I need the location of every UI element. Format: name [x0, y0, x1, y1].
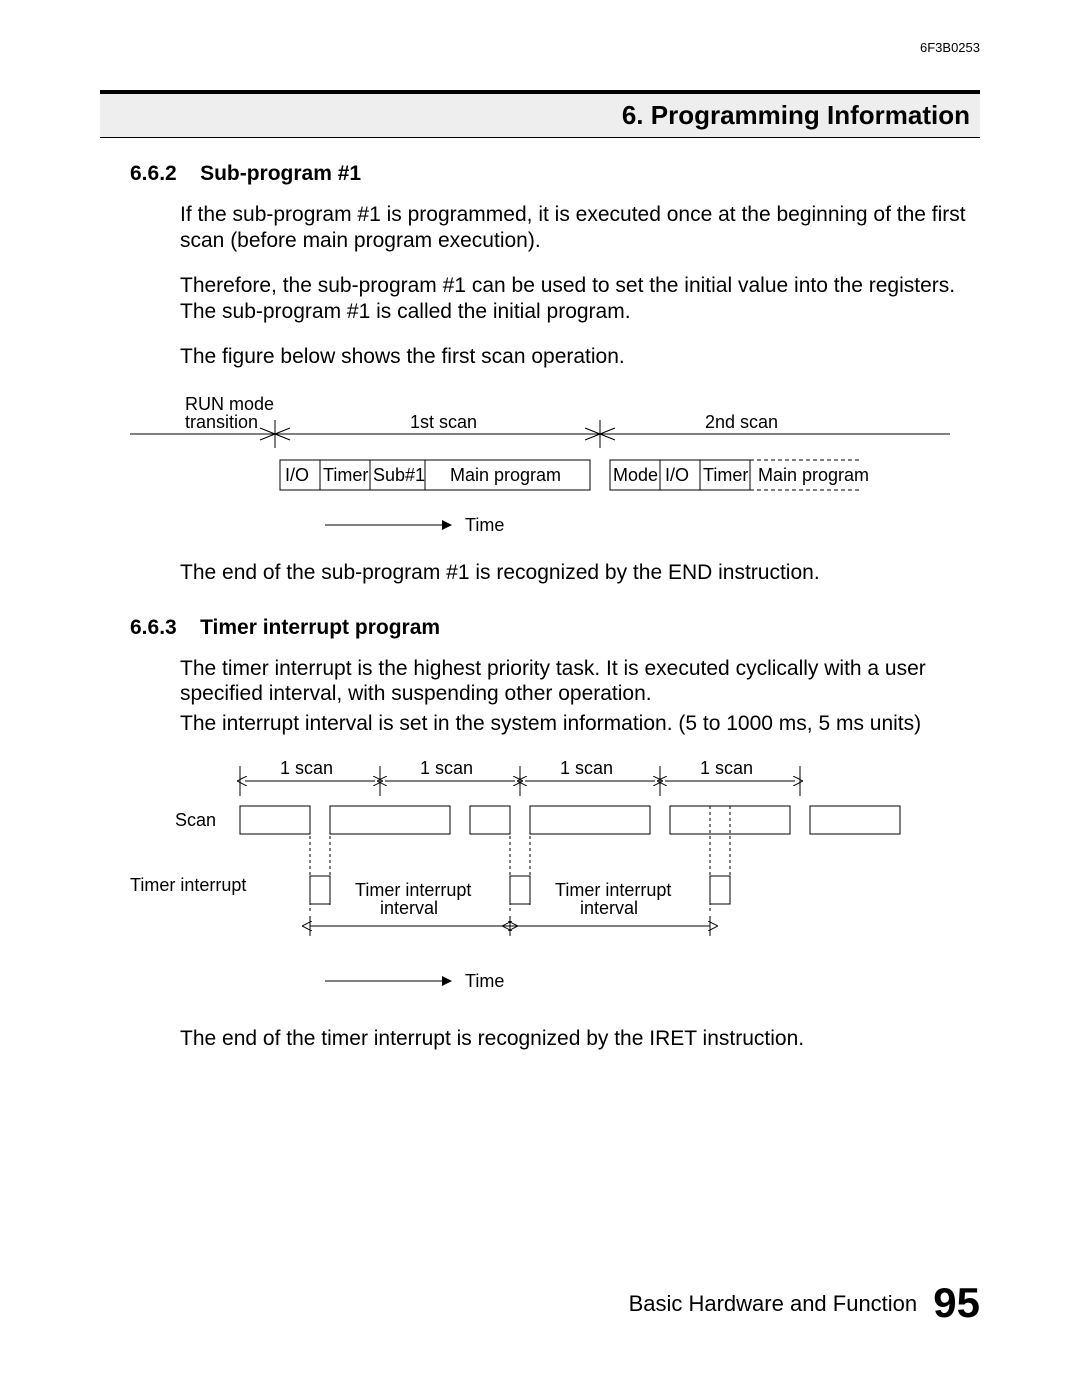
section-663: 6.6.3 Timer interrupt program The timer … — [100, 616, 980, 737]
label-ti-interval: Timer interrupt — [555, 880, 671, 900]
label-ti-interval: Timer interrupt — [355, 880, 471, 900]
label-mode: Mode — [613, 465, 658, 485]
section-662: 6.6.2 Sub-program #1 If the sub-program … — [100, 162, 980, 370]
label-io: I/O — [285, 465, 309, 485]
section-body: If the sub-program #1 is programmed, it … — [100, 186, 980, 370]
page-footer: Basic Hardware and Function 95 — [629, 1279, 980, 1327]
section-body: The timer interrupt is the highest prior… — [100, 640, 980, 737]
label-io: I/O — [665, 465, 689, 485]
section-body: The end of the sub-program #1 is recogni… — [100, 550, 980, 586]
scan-boxes — [240, 806, 900, 834]
label-time: Time — [465, 971, 504, 991]
paragraph: The end of the timer interrupt is recogn… — [180, 1026, 980, 1052]
label-transition: transition — [185, 412, 258, 432]
paragraph: Therefore, the sub-program #1 can be use… — [180, 273, 980, 324]
section-number: 6.6.2 — [130, 162, 177, 185]
label-sub1: Sub#1 — [373, 465, 425, 485]
section-heading: 6.6.2 Sub-program #1 — [100, 162, 980, 186]
paragraph: The end of the sub-program #1 is recogni… — [180, 560, 980, 586]
document-id: 6F3B0253 — [920, 40, 980, 55]
label-main-program: Main program — [450, 465, 561, 485]
footer-text: Basic Hardware and Function — [629, 1291, 918, 1316]
figure-timer-interrupt: text { font-family: Arial, Helvetica, sa… — [130, 756, 950, 1016]
label-main-program: Main program — [758, 465, 869, 485]
section-heading: 6.6.3 Timer interrupt program — [100, 616, 980, 640]
label-ti-interval: interval — [380, 898, 438, 918]
paragraph: The figure below shows the first scan op… — [180, 344, 980, 370]
page-number: 95 — [933, 1279, 980, 1326]
section-title: Timer interrupt program — [200, 616, 440, 639]
label-run-mode: RUN mode — [185, 394, 274, 414]
section-body: The end of the timer interrupt is recogn… — [100, 1016, 980, 1052]
label-1-scan: 1 scan — [280, 758, 333, 778]
paragraph: The timer interrupt is the highest prior… — [180, 656, 980, 707]
label-timer-interrupt: Timer interrupt — [130, 875, 246, 895]
scan2-boxes: Mode I/O Timer Main program — [610, 460, 869, 490]
label-1-scan: 1 scan — [560, 758, 613, 778]
label-scan: Scan — [175, 810, 216, 830]
label-timer: Timer — [703, 465, 748, 485]
label-1-scan: 1 scan — [420, 758, 473, 778]
label-1st-scan: 1st scan — [410, 412, 477, 432]
scan-spans: 1 scan 1 scan 1 scan 1 scan — [240, 758, 800, 796]
paragraph: If the sub-program #1 is programmed, it … — [180, 202, 980, 253]
label-time: Time — [465, 515, 504, 535]
label-timer: Timer — [323, 465, 368, 485]
paragraph: The interrupt interval is set in the sys… — [180, 711, 980, 737]
figure-first-scan: text { font-family: Arial, Helvetica, sa… — [130, 390, 950, 550]
section-number: 6.6.3 — [130, 616, 177, 639]
section-title: Sub-program #1 — [200, 162, 361, 185]
page: 6F3B0253 6. Programming Information 6.6.… — [0, 0, 1080, 1397]
label-1-scan: 1 scan — [700, 758, 753, 778]
chapter-title: 6. Programming Information — [100, 94, 980, 137]
label-ti-interval: interval — [580, 898, 638, 918]
chapter-bar: 6. Programming Information — [100, 90, 980, 138]
scan1-boxes: I/O Timer Sub#1 Main program — [280, 460, 590, 490]
label-2nd-scan: 2nd scan — [705, 412, 778, 432]
